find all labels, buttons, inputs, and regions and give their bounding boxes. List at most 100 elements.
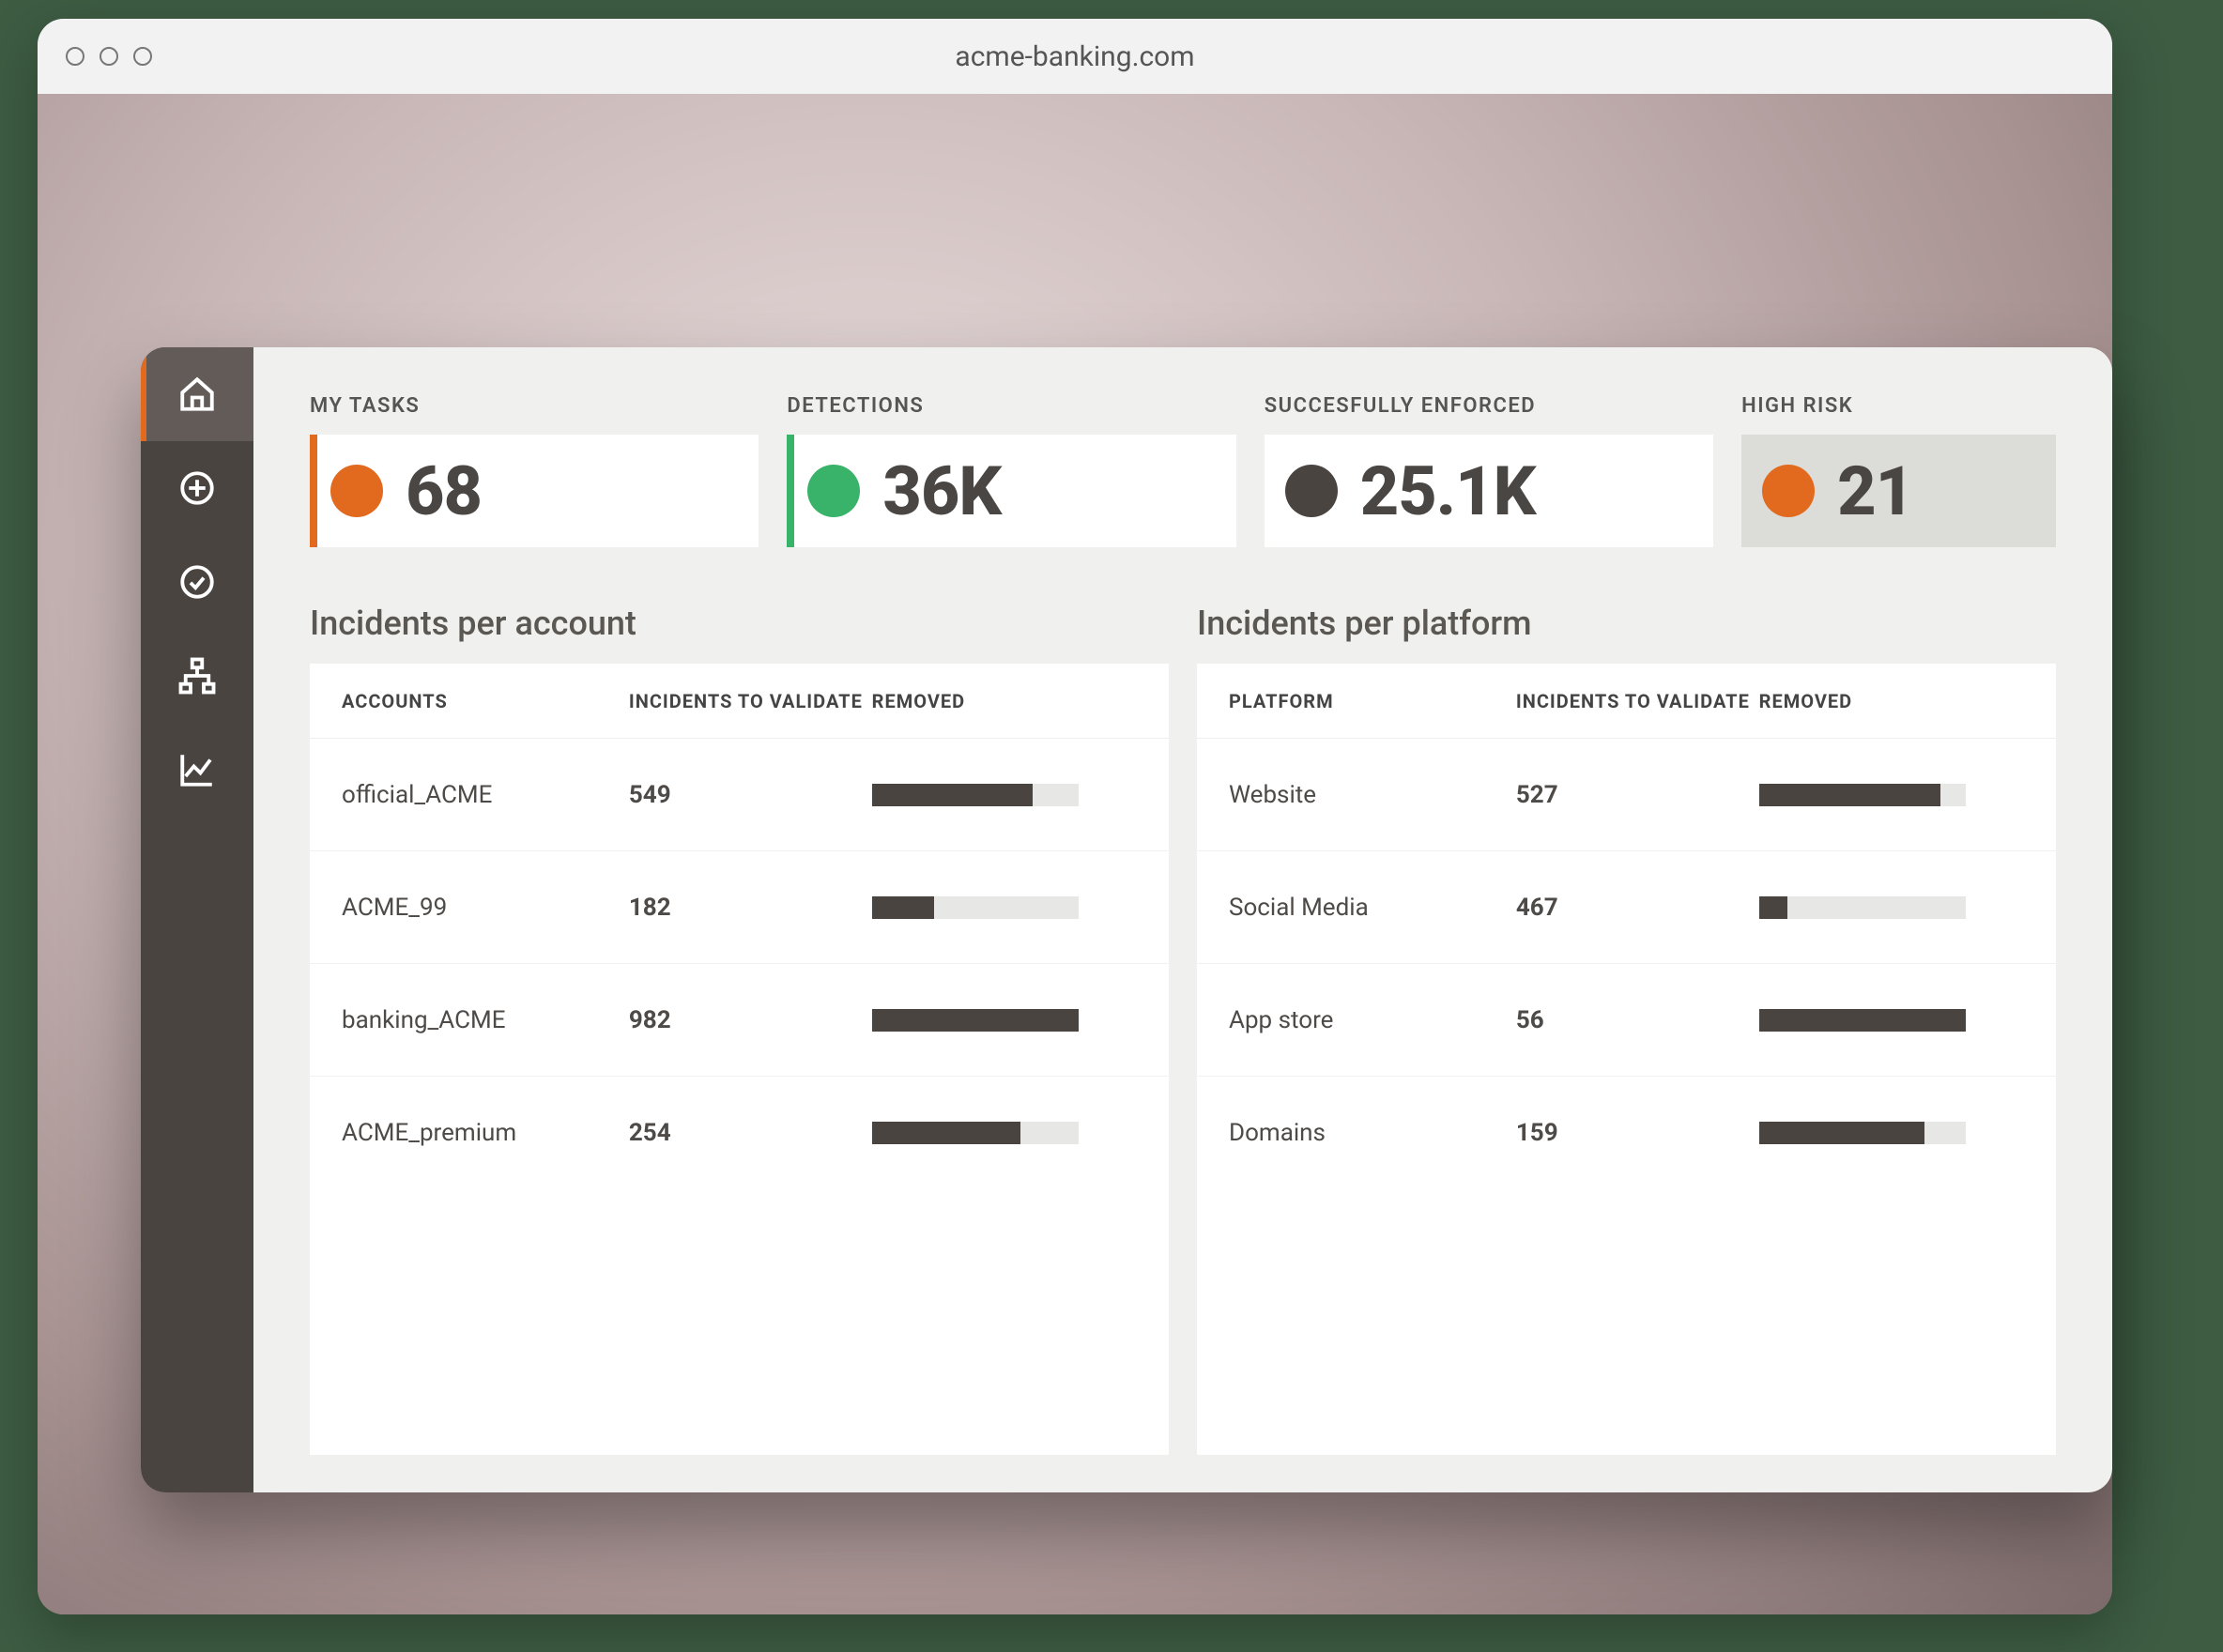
col-header-removed: REMOVED — [1759, 690, 2024, 712]
kpi-enforced[interactable]: SUCCESFULLY ENFORCED 25.1K — [1265, 394, 1713, 547]
panel-title: Incidents per platform — [1197, 604, 2056, 643]
cell-incidents: 159 — [1516, 1119, 1759, 1147]
kpi-label: MY TASKS — [310, 394, 759, 418]
traffic-light-minimize[interactable] — [100, 47, 118, 66]
kpi-card: 68 — [310, 435, 759, 547]
kpi-value: 68 — [406, 451, 482, 531]
sidebar-item-analytics[interactable] — [141, 723, 253, 817]
progress-bar — [1759, 1122, 1966, 1144]
cell-incidents: 56 — [1516, 1006, 1759, 1034]
traffic-light-close[interactable] — [66, 47, 84, 66]
cell-removed — [872, 784, 1137, 806]
cell-incidents: 549 — [629, 781, 872, 809]
status-dot-icon — [1285, 465, 1338, 517]
home-icon — [177, 375, 217, 414]
dashboard-main: MY TASKS 68 DETECTIONS 36K SUCCESFULLY E… — [253, 347, 2112, 1492]
kpi-row: MY TASKS 68 DETECTIONS 36K SUCCESFULLY E… — [310, 394, 2056, 547]
browser-url: acme-banking.com — [955, 40, 1194, 73]
progress-bar — [1759, 896, 1966, 919]
cell-platform: Website — [1229, 781, 1516, 809]
table-row[interactable]: ACME_premium 254 — [310, 1077, 1169, 1189]
sidebar-item-add[interactable] — [141, 441, 253, 535]
platform-table: PLATFORM INCIDENTS TO VALIDATE REMOVED W… — [1197, 664, 2056, 1455]
progress-fill — [1759, 1122, 1924, 1144]
col-header-incidents: INCIDENTS TO VALIDATE — [629, 690, 872, 712]
kpi-high-risk[interactable]: HIGH RISK 21 — [1741, 394, 2056, 547]
table-row[interactable]: Social Media 467 — [1197, 851, 2056, 964]
sidebar-item-validate[interactable] — [141, 535, 253, 629]
traffic-lights — [66, 47, 152, 66]
col-header-incidents: INCIDENTS TO VALIDATE — [1516, 690, 1759, 712]
kpi-value: 36K — [882, 451, 1001, 531]
plus-circle-icon — [177, 468, 217, 508]
sitemap-icon — [177, 656, 217, 696]
kpi-value: 21 — [1837, 451, 1913, 531]
kpi-card: 21 — [1741, 435, 2056, 547]
sidebar — [141, 347, 253, 1492]
table-row[interactable]: Website 527 — [1197, 739, 2056, 851]
table-row[interactable]: banking_ACME 982 — [310, 964, 1169, 1077]
cell-incidents: 467 — [1516, 894, 1759, 922]
status-dot-icon — [330, 465, 383, 517]
col-header-platform: PLATFORM — [1229, 690, 1516, 712]
sidebar-item-network[interactable] — [141, 629, 253, 723]
panel-accounts: Incidents per account ACCOUNTS INCIDENTS… — [310, 604, 1169, 1455]
cell-incidents: 254 — [629, 1119, 872, 1147]
kpi-value: 25.1K — [1360, 451, 1536, 531]
progress-bar — [872, 1122, 1079, 1144]
sidebar-item-home[interactable] — [141, 347, 253, 441]
table-row[interactable]: ACME_99 182 — [310, 851, 1169, 964]
panels: Incidents per account ACCOUNTS INCIDENTS… — [310, 604, 2056, 1455]
progress-fill — [1759, 1009, 1966, 1032]
browser-chrome: acme-banking.com — [38, 19, 2112, 94]
cell-incidents: 182 — [629, 894, 872, 922]
kpi-label: SUCCESFULLY ENFORCED — [1265, 394, 1713, 418]
cell-removed — [1759, 896, 2024, 919]
cell-account: ACME_99 — [342, 894, 629, 922]
check-circle-icon — [177, 562, 217, 602]
col-header-removed: REMOVED — [872, 690, 1137, 712]
kpi-label: HIGH RISK — [1741, 394, 2056, 418]
table-row[interactable]: official_ACME 549 — [310, 739, 1169, 851]
progress-fill — [872, 1009, 1079, 1032]
cell-platform: Domains — [1229, 1119, 1516, 1147]
col-header-accounts: ACCOUNTS — [342, 690, 629, 712]
cell-removed — [1759, 784, 2024, 806]
kpi-detections[interactable]: DETECTIONS 36K — [787, 394, 1235, 547]
cell-incidents: 527 — [1516, 781, 1759, 809]
cell-removed — [872, 896, 1137, 919]
progress-bar — [872, 784, 1079, 806]
cell-incidents: 982 — [629, 1006, 872, 1034]
status-dot-icon — [807, 465, 860, 517]
traffic-light-zoom[interactable] — [133, 47, 152, 66]
cell-removed — [1759, 1009, 2024, 1032]
table-row[interactable]: Domains 159 — [1197, 1077, 2056, 1189]
cell-account: ACME_premium — [342, 1119, 629, 1147]
cell-removed — [872, 1122, 1137, 1144]
table-header: PLATFORM INCIDENTS TO VALIDATE REMOVED — [1197, 664, 2056, 739]
table-row[interactable]: App store 56 — [1197, 964, 2056, 1077]
progress-fill — [1759, 896, 1788, 919]
progress-bar — [1759, 1009, 1966, 1032]
cell-account: official_ACME — [342, 781, 629, 809]
progress-bar — [872, 1009, 1079, 1032]
cell-removed — [872, 1009, 1137, 1032]
panel-platform: Incidents per platform PLATFORM INCIDENT… — [1197, 604, 2056, 1455]
kpi-my-tasks[interactable]: MY TASKS 68 — [310, 394, 759, 547]
line-chart-icon — [177, 750, 217, 789]
progress-fill — [1759, 784, 1941, 806]
kpi-card: 36K — [787, 435, 1235, 547]
cell-removed — [1759, 1122, 2024, 1144]
kpi-card: 25.1K — [1265, 435, 1713, 547]
kpi-label: DETECTIONS — [787, 394, 1235, 418]
panel-title: Incidents per account — [310, 604, 1169, 643]
table-header: ACCOUNTS INCIDENTS TO VALIDATE REMOVED — [310, 664, 1169, 739]
progress-fill — [872, 896, 934, 919]
progress-fill — [872, 784, 1034, 806]
cell-platform: Social Media — [1229, 894, 1516, 922]
progress-fill — [872, 1122, 1020, 1144]
cell-account: banking_ACME — [342, 1006, 629, 1034]
status-dot-icon — [1762, 465, 1815, 517]
dashboard-app: MY TASKS 68 DETECTIONS 36K SUCCESFULLY E… — [141, 347, 2112, 1492]
progress-bar — [872, 896, 1079, 919]
